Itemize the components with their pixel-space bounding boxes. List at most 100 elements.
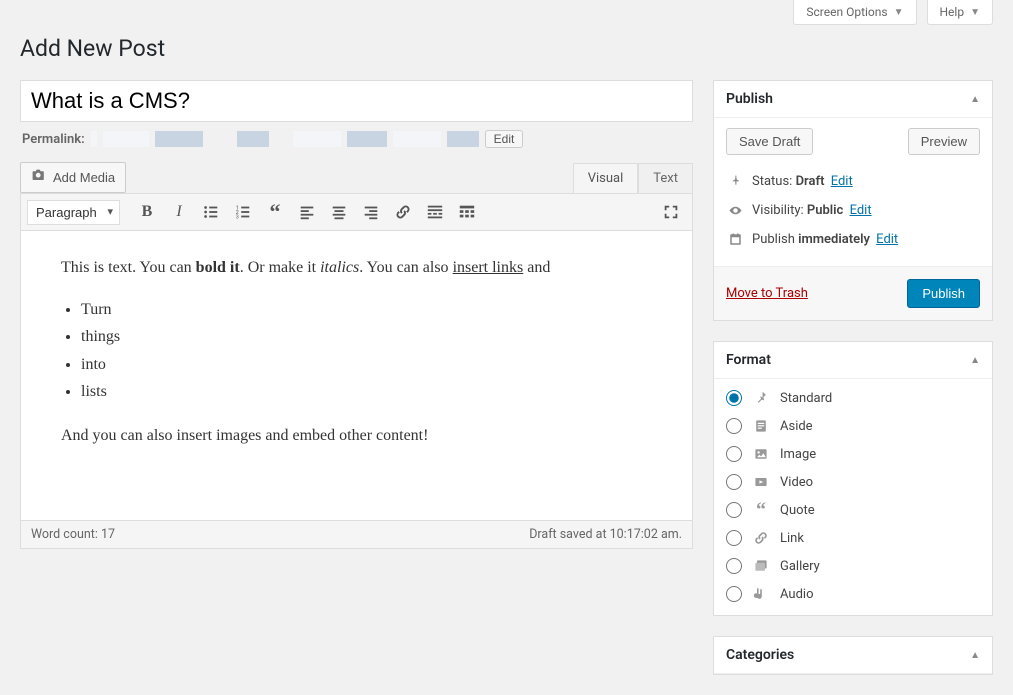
format-label: Video [780,475,813,490]
status-edit-link[interactable]: Edit [831,174,853,189]
format-radio[interactable] [726,418,742,434]
format-option-image[interactable]: Image [726,445,980,463]
permalink-edit-button[interactable]: Edit [485,130,524,148]
collapse-toggle[interactable]: ▲ [970,355,980,366]
visibility-label: Visibility: [752,203,804,218]
format-label: Gallery [780,559,820,574]
permalink-segment [103,131,149,147]
permalink-segment [155,131,203,147]
audio-icon [752,585,770,603]
format-option-standard[interactable]: Standard [726,389,980,407]
collapse-toggle[interactable]: ▲ [970,94,980,105]
video-icon [752,473,770,491]
publish-button[interactable]: Publish [907,279,980,308]
content-text: . You can also [359,259,452,276]
format-metabox: Format ▲ Standard Aside [713,341,993,616]
gallery-icon [752,557,770,575]
chevron-down-icon: ▼ [894,7,904,18]
camera-music-icon [31,168,47,187]
toolbar-toggle-button[interactable] [452,198,482,226]
format-label: Audio [780,587,813,602]
preview-button[interactable]: Preview [908,128,980,155]
publish-heading: Publish [726,91,773,107]
format-label: Link [780,531,804,546]
format-radio[interactable] [726,558,742,574]
link-icon [752,529,770,547]
link-button[interactable] [388,198,418,226]
align-right-button[interactable] [356,198,386,226]
format-option-video[interactable]: Video [726,473,980,491]
visibility-value: Public [807,203,843,218]
permalink-segment [393,131,441,147]
svg-text:3: 3 [236,214,239,220]
format-option-audio[interactable]: Audio [726,585,980,603]
format-heading: Format [726,352,771,368]
document-icon [752,417,770,435]
blockquote-button[interactable]: “ [260,198,290,226]
permalink-segment [91,131,97,147]
content-italic: italics [320,259,359,276]
permalink-segment [293,131,341,147]
publish-time-value: immediately [798,232,870,247]
visibility-edit-link[interactable]: Edit [850,203,872,218]
content-link[interactable]: insert links [453,259,524,276]
format-option-aside[interactable]: Aside [726,417,980,435]
tab-visual[interactable]: Visual [573,163,639,193]
content-text: And you can also insert images and embed… [61,423,652,449]
collapse-toggle[interactable]: ▲ [970,650,980,661]
format-radio[interactable] [726,530,742,546]
content-text: . Or make it [240,259,320,276]
page-title: Add New Post [0,25,1013,80]
chevron-down-icon: ▼ [970,7,980,18]
align-center-button[interactable] [324,198,354,226]
bold-button[interactable]: B [132,198,162,226]
editor-toolbar: Paragraph B I 123 “ [21,194,692,230]
format-radio[interactable] [726,474,742,490]
format-radio[interactable] [726,446,742,462]
permalink-label: Permalink: [22,132,85,147]
word-count: 17 [101,527,115,542]
read-more-button[interactable] [420,198,450,226]
list-item: lists [81,379,652,405]
format-radio[interactable] [726,390,742,406]
align-left-button[interactable] [292,198,322,226]
permalink-segment [347,131,387,147]
tab-text[interactable]: Text [638,163,693,193]
editor-content[interactable]: This is text. You can bold it. Or make i… [20,231,693,521]
format-select[interactable]: Paragraph [27,200,120,225]
image-icon [752,445,770,463]
format-option-link[interactable]: Link [726,529,980,547]
move-to-trash-link[interactable]: Move to Trash [726,286,808,301]
bulleted-list-button[interactable] [196,198,226,226]
list-item: things [81,324,652,350]
publish-time-label: Publish [752,232,795,247]
numbered-list-button[interactable]: 123 [228,198,258,226]
categories-metabox: Categories ▲ [713,636,993,675]
content-bold: bold it [196,259,240,276]
calendar-icon [726,232,744,247]
status-label: Status: [752,174,792,189]
word-count-label: Word count: [31,527,101,542]
format-radio[interactable] [726,502,742,518]
draft-saved-time: Draft saved at 10:17:02 am. [529,527,682,542]
post-title-input[interactable] [20,80,693,122]
quote-icon: “ [752,501,770,519]
content-text: This is text. You can [61,259,196,276]
format-option-gallery[interactable]: Gallery [726,557,980,575]
permalink-segment [447,131,479,147]
add-media-label: Add Media [53,170,115,185]
format-option-quote[interactable]: “ Quote [726,501,980,519]
add-media-button[interactable]: Add Media [20,162,126,193]
format-label: Quote [780,503,815,518]
publish-time-edit-link[interactable]: Edit [876,232,898,247]
italic-button[interactable]: I [164,198,194,226]
format-radio[interactable] [726,586,742,602]
format-label: Aside [780,419,813,434]
categories-heading: Categories [726,647,794,663]
fullscreen-button[interactable] [656,198,686,226]
pushpin-icon [752,389,770,407]
pin-icon [726,174,744,189]
screen-options-tab[interactable]: Screen Options ▼ [793,0,916,25]
help-tab[interactable]: Help ▼ [927,0,994,25]
save-draft-button[interactable]: Save Draft [726,128,813,155]
